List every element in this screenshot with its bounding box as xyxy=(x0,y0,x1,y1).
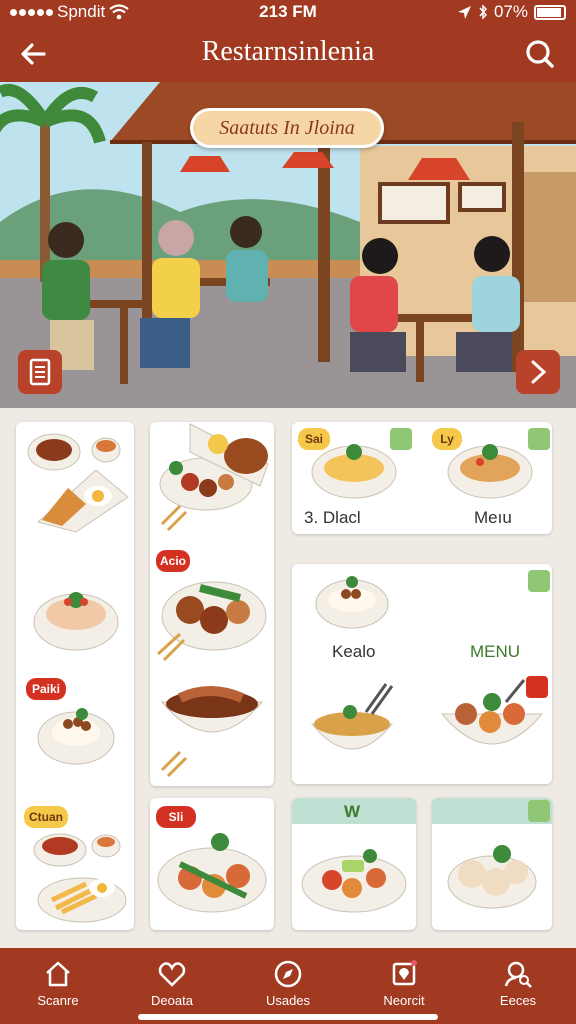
restaurant-hero-image: Saatuts In Jloina xyxy=(0,82,576,408)
menu-card-middle-column[interactable]: Acio xyxy=(150,422,274,786)
menu-card-left-column[interactable]: Paiki Ctuan xyxy=(16,422,134,930)
meat-platter-illustration xyxy=(156,423,269,778)
menu-badge: Sli xyxy=(156,806,196,828)
status-bar: Spndit 213 FM 07% xyxy=(0,0,576,24)
back-button[interactable] xyxy=(14,34,54,74)
status-indicators: 07% xyxy=(457,2,566,22)
nav-item-label: Deoata xyxy=(151,993,193,1008)
app-header-bar: Spndit 213 FM 07% Restarnsinlenia xyxy=(0,0,576,82)
nav-item-label: Neorcit xyxy=(383,993,425,1008)
menu-badge: Sai xyxy=(298,428,330,450)
card-label: MENU xyxy=(470,642,521,661)
compass-icon xyxy=(274,960,302,988)
favorite-leaf-icon[interactable] xyxy=(390,428,412,450)
nav-item-home[interactable]: Scanre xyxy=(8,954,108,1016)
nav-item-explore[interactable]: Usades xyxy=(238,954,338,1016)
menu-card-mains[interactable]: Kealo MENU xyxy=(292,564,552,784)
menu-badge: Ly xyxy=(432,428,462,450)
location-arrow-icon xyxy=(457,5,471,19)
favorite-leaf-icon[interactable] xyxy=(528,800,550,822)
menu-badge: Paiki xyxy=(26,678,66,700)
favorite-leaf-icon[interactable] xyxy=(528,428,550,450)
nav-item-profile[interactable]: Eeces xyxy=(468,954,568,1016)
navigation-header: Restarnsinlenia xyxy=(0,26,576,80)
favorite-leaf-icon[interactable] xyxy=(528,570,550,592)
card-label: 3. Dlacl xyxy=(304,508,361,527)
heart-icon xyxy=(158,962,186,987)
breakfast-plate-illustration xyxy=(27,433,129,923)
menu-badge: Acio xyxy=(156,550,190,572)
grilled-vegetables-illustration xyxy=(301,849,407,913)
nav-item-favorites[interactable]: Deoata xyxy=(122,954,222,1016)
battery-icon xyxy=(534,4,566,20)
nav-item-nearby[interactable]: Neorcit xyxy=(354,954,454,1016)
bottom-navigation: Scanre Deoata Usades Neorcit Eeces xyxy=(0,948,576,1024)
page-title: Restarnsinlenia xyxy=(201,36,375,67)
home-icon xyxy=(46,961,70,987)
search-icon xyxy=(526,40,554,68)
hero-badge: Saatuts In Jloina xyxy=(190,108,384,148)
document-icon xyxy=(29,358,51,386)
menu-card-grill[interactable]: W xyxy=(292,798,416,930)
user-search-icon xyxy=(504,961,532,988)
nav-item-label: Usades xyxy=(265,993,311,1008)
nav-item-label: Scanre xyxy=(37,993,79,1008)
menu-card-noodles[interactable]: Sai Ly 3. Dlacl Meıu xyxy=(292,422,552,534)
menu-card-vegetable-dish[interactable]: Sli xyxy=(150,798,274,930)
map-pin-icon xyxy=(392,960,417,986)
menu-card-dumplings[interactable] xyxy=(432,798,552,930)
battery-percent: 07% xyxy=(493,2,528,21)
rice-and-noodle-illustration xyxy=(310,576,544,750)
bluetooth-icon xyxy=(479,4,487,20)
arrow-left-icon xyxy=(21,43,46,65)
chevron-right-icon xyxy=(531,360,547,384)
favorite-leaf-icon[interactable] xyxy=(526,676,548,698)
home-indicator[interactable] xyxy=(138,1014,438,1020)
search-button[interactable] xyxy=(520,34,560,74)
card-label: Kealo xyxy=(332,642,376,661)
card-label: Meıu xyxy=(474,508,512,527)
nav-item-label: Eeces xyxy=(499,993,537,1008)
menu-badge: Ctuan xyxy=(24,806,68,828)
menu-list-button[interactable] xyxy=(18,350,62,394)
hero-next-button[interactable] xyxy=(516,350,560,394)
